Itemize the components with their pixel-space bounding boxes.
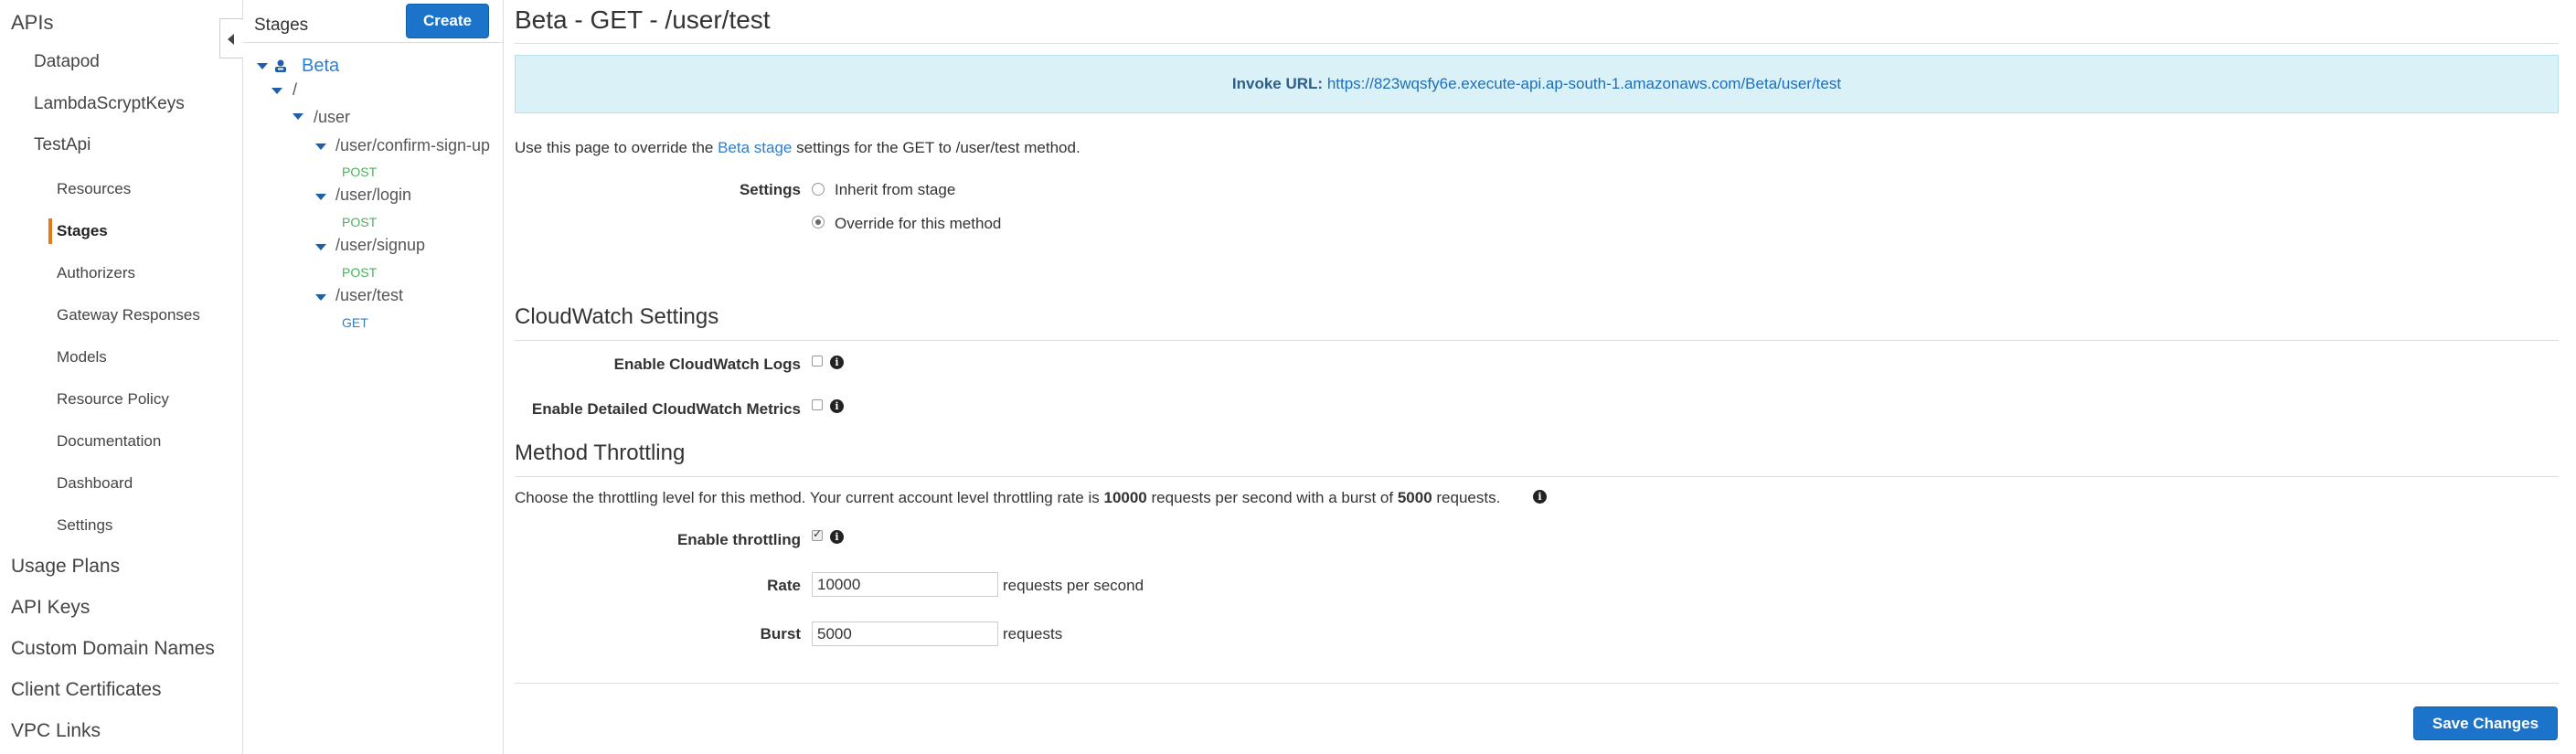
create-stage-button[interactable]: Create <box>406 4 489 38</box>
tree-method-post[interactable]: POST <box>342 165 377 179</box>
invoke-url-link[interactable]: https://823wqsfy6e.execute-api.ap-south-… <box>1327 75 1841 92</box>
nav-apis[interactable]: APIs <box>11 11 53 35</box>
caret-down-icon[interactable] <box>315 143 326 150</box>
inherit-option-label[interactable]: Inherit from stage <box>835 181 955 199</box>
detailed-metrics-label: Enable Detailed CloudWatch Metrics <box>531 400 801 418</box>
nav-custom-domain-names[interactable]: Custom Domain Names <box>11 638 215 660</box>
caret-down-icon[interactable] <box>315 194 326 200</box>
override-radio[interactable] <box>812 216 825 228</box>
inherit-radio[interactable] <box>812 183 825 196</box>
tree-resource[interactable]: /user/test <box>335 286 403 305</box>
active-indicator <box>48 218 52 244</box>
override-description: Use this page to override the Beta stage… <box>515 139 1080 157</box>
main-content: Beta - GET - /user/test Invoke URL: http… <box>504 0 2576 754</box>
left-navigation: APIs Datapod LambdaScryptKeys TestApi Re… <box>0 0 243 754</box>
nav-models[interactable]: Models <box>57 348 107 366</box>
nav-api-lambdascryptkeys[interactable]: LambdaScryptKeys <box>34 94 185 114</box>
rate-input[interactable] <box>812 572 998 597</box>
divider <box>515 683 2559 684</box>
settings-label: Settings <box>739 181 801 198</box>
caret-down-icon[interactable] <box>315 294 326 301</box>
nav-resources[interactable]: Resources <box>57 180 131 198</box>
enable-throttling-checkbox[interactable] <box>812 527 823 541</box>
save-changes-button[interactable]: Save Changes <box>2413 706 2558 740</box>
tree-root[interactable]: / <box>293 80 297 100</box>
nav-usage-plans[interactable]: Usage Plans <box>11 556 120 578</box>
cloudwatch-settings-title: CloudWatch Settings <box>515 304 719 329</box>
account-burst-value: 5000 <box>1397 489 1432 506</box>
stages-title: Stages <box>254 16 309 35</box>
divider <box>515 43 2559 44</box>
caret-down-icon[interactable] <box>315 244 326 250</box>
nav-stages[interactable]: Stages <box>57 222 108 240</box>
caret-down-icon[interactable] <box>257 63 268 69</box>
invoke-url-label: Invoke URL: <box>1231 75 1324 92</box>
detailed-metrics-checkbox[interactable] <box>812 399 823 410</box>
divider <box>515 340 2559 341</box>
override-prefix: Use this page to override the <box>515 139 714 156</box>
cloudwatch-logs-checkbox[interactable] <box>812 356 823 366</box>
tree-method-get[interactable]: GET <box>342 315 368 330</box>
stages-panel: Stages Create <box>243 0 504 754</box>
enable-throttling-label: Enable throttling <box>676 531 801 548</box>
throttling-description: Choose the throttling level for this met… <box>515 489 1500 507</box>
override-suffix: settings for the GET to /user/test metho… <box>796 139 1080 156</box>
tree-stage-beta[interactable]: Beta <box>302 56 339 77</box>
nav-authorizers[interactable]: Authorizers <box>57 264 135 282</box>
nav-documentation[interactable]: Documentation <box>57 432 161 451</box>
info-icon[interactable]: i <box>830 399 844 413</box>
throttling-desc-3: requests. <box>1436 489 1501 506</box>
burst-unit: requests <box>1003 625 1063 642</box>
nav-dashboard[interactable]: Dashboard <box>57 474 133 493</box>
cloudwatch-logs-label: Enable CloudWatch Logs <box>613 356 801 373</box>
collapse-sidebar-button[interactable] <box>219 18 243 58</box>
caret-down-icon[interactable] <box>293 113 303 120</box>
rate-label: Rate <box>767 577 801 594</box>
beta-stage-link[interactable]: Beta stage <box>718 139 792 156</box>
caret-down-icon[interactable] <box>271 88 282 94</box>
account-rate-value: 10000 <box>1103 489 1147 506</box>
nav-gateway-responses[interactable]: Gateway Responses <box>57 306 200 324</box>
tree-resource[interactable]: /user/signup <box>335 236 425 255</box>
stage-icon <box>275 59 286 72</box>
tree-method-post[interactable]: POST <box>342 265 377 280</box>
page-title: Beta - GET - /user/test <box>515 5 771 34</box>
nav-client-certificates[interactable]: Client Certificates <box>11 679 162 701</box>
invoke-url-box: Invoke URL: https://823wqsfy6e.execute-a… <box>515 55 2559 113</box>
method-throttling-title: Method Throttling <box>515 441 686 465</box>
divider <box>515 476 2559 477</box>
nav-settings[interactable]: Settings <box>57 516 112 535</box>
tree-method-post[interactable]: POST <box>342 215 377 229</box>
burst-input[interactable] <box>812 621 998 646</box>
rate-unit: requests per second <box>1003 577 1144 594</box>
nav-api-testapi[interactable]: TestApi <box>34 135 90 155</box>
chevron-left-icon <box>228 34 234 45</box>
divider <box>243 42 503 43</box>
throttling-desc-1: Choose the throttling level for this met… <box>515 489 1100 506</box>
info-icon[interactable]: i <box>1533 490 1547 504</box>
info-icon[interactable]: i <box>830 356 844 369</box>
info-icon[interactable]: i <box>830 530 844 544</box>
throttling-desc-2: requests per second with a burst of <box>1151 489 1394 506</box>
nav-vpc-links[interactable]: VPC Links <box>11 720 101 742</box>
tree-resource[interactable]: /user/login <box>335 186 411 205</box>
override-option-label[interactable]: Override for this method <box>835 215 1001 233</box>
tree-resource[interactable]: /user/confirm-sign-up <box>335 136 490 155</box>
nav-api-keys[interactable]: API Keys <box>11 597 90 619</box>
nav-resource-policy[interactable]: Resource Policy <box>57 390 169 409</box>
nav-api-datapod[interactable]: Datapod <box>34 52 100 72</box>
tree-user[interactable]: /user <box>314 108 350 127</box>
burst-label: Burst <box>760 625 801 642</box>
